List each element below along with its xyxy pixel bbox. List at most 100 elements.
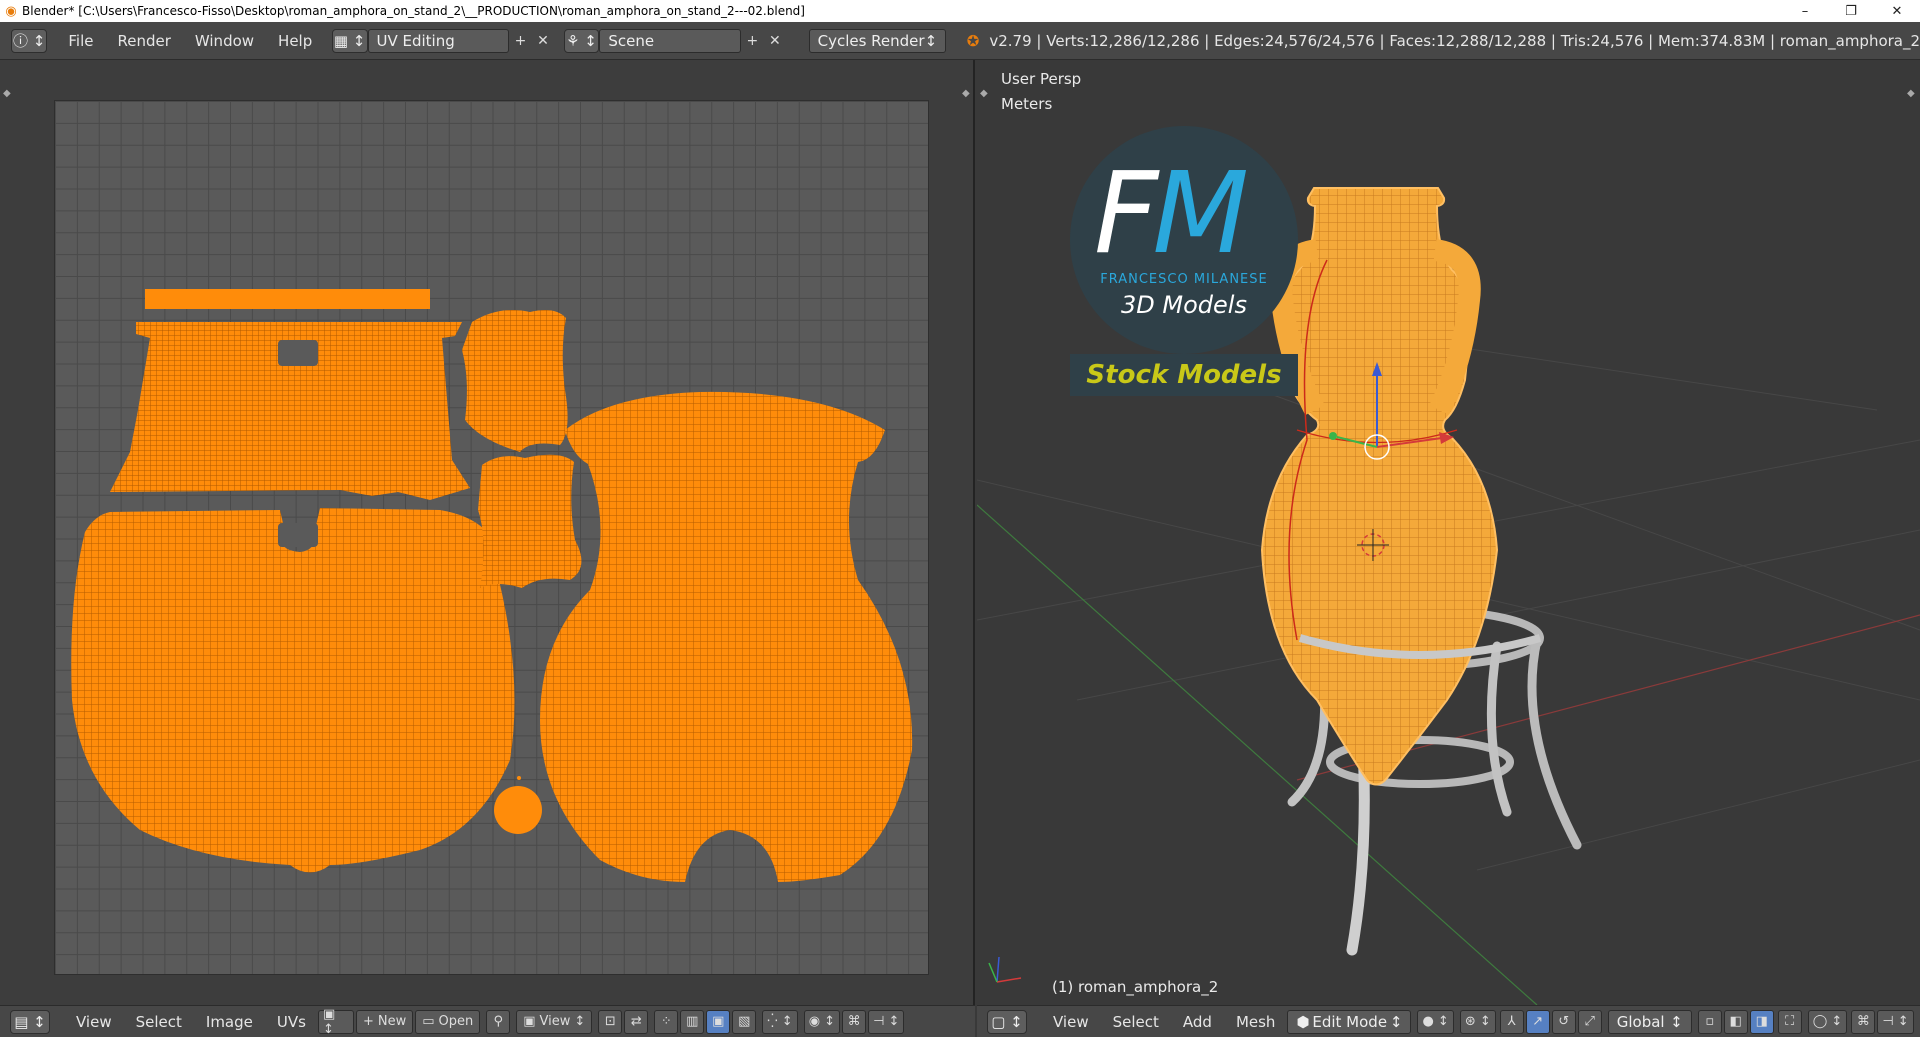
pin-icon[interactable]: ⚲ bbox=[486, 1009, 511, 1034]
screen-layout-browse-button[interactable]: ▦ ↕ bbox=[331, 28, 368, 53]
uv-island-dot bbox=[517, 776, 521, 780]
new-image-button[interactable]: + New bbox=[355, 1009, 414, 1034]
proportional-editing-icon[interactable]: ◯ ↕ bbox=[1807, 1009, 1848, 1034]
uv-image-editor[interactable]: ◆ ◆ bbox=[0, 60, 975, 1005]
edge-select-icon[interactable]: ▥ bbox=[680, 1009, 705, 1034]
open-image-button[interactable]: ▭ Open bbox=[415, 1009, 481, 1034]
screen-layout-field[interactable]: UV Editing bbox=[367, 28, 510, 53]
close-button[interactable]: ✕ bbox=[1874, 0, 1920, 22]
editor-type-info-button[interactable]: ⓘ ↕ bbox=[11, 28, 47, 53]
translate-manipulator-icon[interactable]: ↗ bbox=[1525, 1009, 1550, 1034]
3d-viewport[interactable]: ◆ ◆ User Persp Meters FM FRANCESCO MILAN… bbox=[977, 60, 1920, 1005]
logo-company-name: FRANCESCO MILANESE bbox=[1100, 272, 1268, 287]
uv-island-handle-bottom bbox=[478, 454, 582, 588]
render-engine-label: Cycles Render bbox=[817, 31, 925, 50]
blender-logo-icon: ◉ bbox=[5, 3, 17, 19]
uv-island-body-left bbox=[71, 508, 515, 873]
pivot-point-icon[interactable]: ⊛ ↕ bbox=[1459, 1009, 1496, 1034]
edge-select-mode-icon[interactable]: ◧ bbox=[1723, 1009, 1748, 1034]
view-mode-label: View bbox=[539, 1014, 571, 1029]
menu-render[interactable]: Render bbox=[105, 32, 182, 50]
3d-menu-mesh[interactable]: Mesh bbox=[1224, 1013, 1288, 1031]
face-select-icon[interactable]: ▣ bbox=[706, 1009, 731, 1034]
window-titlebar: ◉ Blender* [C:\Users\Francesco-Fisso\Des… bbox=[0, 0, 1920, 22]
3d-editor-type-button[interactable]: ▢ ↕ bbox=[987, 1009, 1027, 1034]
uv-editor-header: ▤ ↕ View Select Image UVs ▣ ↕ + New ▭ Open… bbox=[0, 1005, 975, 1037]
logo-letter-f: F bbox=[1094, 149, 1158, 279]
layout-grid-icon: ▦ ↕ bbox=[333, 31, 366, 50]
vertex-select-icon[interactable]: ⁘ bbox=[654, 1009, 679, 1034]
uv-hole-2 bbox=[278, 523, 318, 547]
scene-browse-button[interactable]: ⚘ ↕ bbox=[563, 28, 600, 53]
uv-island-body-right bbox=[540, 391, 913, 882]
image-browse-button[interactable]: ▣ ↕ bbox=[317, 1006, 354, 1037]
occlude-geometry-icon[interactable]: ⛶ bbox=[1777, 1009, 1802, 1034]
menu-help[interactable]: Help bbox=[266, 32, 324, 50]
menu-window[interactable]: Window bbox=[183, 32, 266, 50]
uv-menu-uvs[interactable]: UVs bbox=[265, 1013, 318, 1031]
scale-manipulator-icon[interactable]: ⤢ bbox=[1577, 1009, 1602, 1034]
minimize-button[interactable]: – bbox=[1782, 0, 1828, 22]
edit-mode-icon: ⬢ bbox=[1296, 1012, 1310, 1031]
uv-island-handle-top bbox=[462, 309, 568, 452]
snap-toggle-icon[interactable]: ⌘ bbox=[1851, 1009, 1876, 1034]
window-title: Blender* [C:\Users\Francesco-Fisso\Deskt… bbox=[22, 4, 805, 18]
active-object-label: (1) roman_amphora_2 bbox=[1052, 978, 1219, 996]
sync-selection-icon[interactable]: ⇄ bbox=[624, 1009, 649, 1034]
3d-menu-view[interactable]: View bbox=[1041, 1013, 1101, 1031]
blender-version-icon: ✪ bbox=[966, 31, 980, 50]
add-screen-icon[interactable]: + bbox=[509, 29, 532, 53]
stock-models-badge: Stock Models bbox=[1070, 354, 1298, 396]
snap-icon[interactable]: ⌘ bbox=[842, 1009, 867, 1034]
uv-menu-select[interactable]: Select bbox=[124, 1013, 194, 1031]
proportional-edit-icon[interactable]: ◉ ↕ bbox=[803, 1009, 841, 1034]
image-icon: ▣ ↕ bbox=[322, 1006, 336, 1037]
logo-letter-m: M bbox=[1152, 149, 1249, 279]
view-mode-icon: ▣ bbox=[523, 1014, 536, 1029]
mode-label: Edit Mode bbox=[1312, 1012, 1388, 1031]
uv-island-disc bbox=[494, 786, 542, 834]
snap-element-icon[interactable]: ⊣ ↕ bbox=[1877, 1009, 1914, 1034]
3d-menu-select[interactable]: Select bbox=[1101, 1013, 1171, 1031]
scene-icon: ⚘ ↕ bbox=[566, 31, 597, 50]
open-image-label: Open bbox=[438, 1014, 474, 1029]
add-scene-icon[interactable]: + bbox=[741, 29, 764, 53]
viewport-shading-icon[interactable]: ● ↕ bbox=[1417, 1009, 1454, 1034]
uv-menu-image[interactable]: Image bbox=[194, 1013, 265, 1031]
rotate-manipulator-icon[interactable]: ↺ bbox=[1551, 1009, 1576, 1034]
snap-target-icon[interactable]: ⊣ ↕ bbox=[868, 1009, 905, 1034]
logo-tagline: 3D Models bbox=[1121, 291, 1247, 319]
3d-menu-add[interactable]: Add bbox=[1171, 1013, 1224, 1031]
face-select-mode-icon[interactable]: ◨ bbox=[1749, 1009, 1774, 1034]
view-mode-select[interactable]: ▣ View ↕ bbox=[516, 1009, 593, 1034]
pivot-icon[interactable]: ⊡ bbox=[598, 1009, 623, 1034]
menu-file[interactable]: File bbox=[56, 32, 105, 50]
watermark-logo: FM FRANCESCO MILANESE 3D Models bbox=[1070, 126, 1298, 354]
uv-editor-type-button[interactable]: ▤ ↕ bbox=[10, 1009, 50, 1034]
maximize-button[interactable]: ❐ bbox=[1828, 0, 1874, 22]
logo-letters: FM bbox=[1094, 158, 1249, 270]
scene-statistics: v2.79 | Verts:12,286/12,286 | Edges:24,5… bbox=[989, 31, 1920, 50]
orientation-label: Global bbox=[1616, 1012, 1665, 1031]
island-select-icon[interactable]: ▧ bbox=[732, 1009, 757, 1034]
scene-field[interactable]: Scene bbox=[599, 28, 742, 53]
delete-scene-icon[interactable]: ✕ bbox=[764, 29, 787, 53]
folder-icon: ▭ bbox=[422, 1014, 435, 1029]
transform-orientation-select[interactable]: Global ↕ bbox=[1607, 1009, 1692, 1034]
new-image-label: New bbox=[377, 1014, 407, 1029]
dropdown-arrows-icon: ↕ bbox=[1670, 1012, 1683, 1031]
info-header: ⓘ ↕ File Render Window Help ▦ ↕ UV Editi… bbox=[0, 22, 1920, 60]
info-icon: ⓘ ↕ bbox=[12, 32, 46, 50]
dropdown-arrows-icon: ↕ bbox=[924, 31, 938, 50]
uv-islands-layer bbox=[71, 289, 913, 882]
interaction-mode-select[interactable]: ⬢ Edit Mode ↕ bbox=[1287, 1009, 1412, 1034]
delete-screen-icon[interactable]: ✕ bbox=[532, 29, 555, 53]
vertex-select-mode-icon[interactable]: ▫ bbox=[1697, 1009, 1722, 1034]
uv-menu-view[interactable]: View bbox=[64, 1013, 124, 1031]
sticky-select-icon[interactable]: ⁛ ↕ bbox=[762, 1009, 798, 1034]
manipulator-toggle-icon[interactable]: ⅄ bbox=[1499, 1009, 1524, 1034]
render-engine-select[interactable]: Cycles Render ↕ bbox=[808, 28, 947, 53]
uv-hole-1 bbox=[278, 340, 318, 366]
dropdown-arrows-icon: ↕ bbox=[574, 1014, 586, 1029]
view-axis-icon bbox=[988, 956, 1022, 983]
